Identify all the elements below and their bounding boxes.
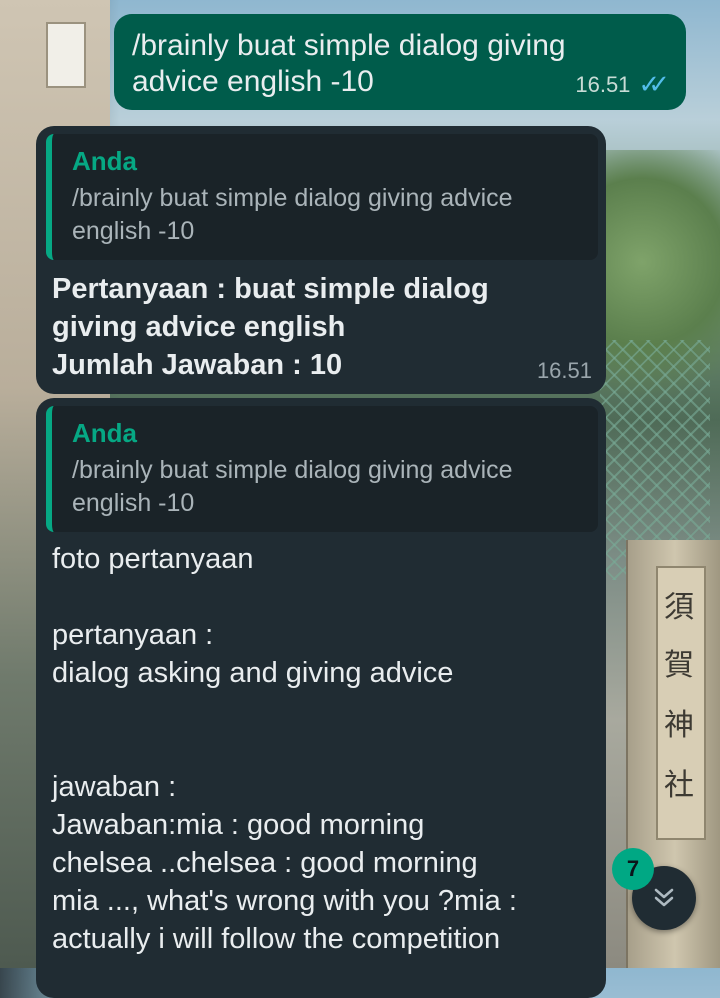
outgoing-message-text: /brainly buat simple dialog giving advic… [132,29,566,98]
background-window [46,22,86,88]
pillar-kanji: 賀 [664,648,694,683]
message-time: 16.51 [536,358,592,383]
incoming-message-bubble[interactable]: Anda /brainly buat simple dialog giving … [36,398,606,998]
pillar-kanji: 社 [664,768,694,803]
message-meta: 16.51 ✓✓ [575,69,669,100]
quoted-author: Anda [72,418,137,448]
answer-count-line: Jumlah Jawaban : 10 [52,349,343,381]
quoted-message[interactable]: Anda /brainly buat simple dialog giving … [46,134,598,260]
quoted-author: Anda [72,146,137,176]
quoted-message[interactable]: Anda /brainly buat simple dialog giving … [46,406,598,532]
quoted-text: /brainly buat simple dialog giving advic… [72,456,513,517]
outgoing-message-bubble[interactable]: /brainly buat simple dialog giving advic… [114,14,686,110]
pillar-kanji: 須 [664,590,694,625]
message-body-text: foto pertanyaan pertanyaan : dialog aski… [52,543,517,955]
pillar-kanji: 神 [664,708,694,743]
unread-count-badge[interactable]: 7 [612,848,654,890]
incoming-message-bubble[interactable]: Anda /brainly buat simple dialog giving … [36,126,606,394]
double-check-icon: ✓✓ [638,69,669,99]
double-chevron-down-icon [654,888,674,907]
question-line: Pertanyaan : buat simple dialog [52,273,489,305]
question-line-continued: giving advice english [52,311,346,343]
message-time: 16.51 [575,71,631,97]
quoted-text: /brainly buat simple dialog giving advic… [72,184,513,245]
reply-summary: Pertanyaan : buat simple dialog giving a… [46,270,596,384]
